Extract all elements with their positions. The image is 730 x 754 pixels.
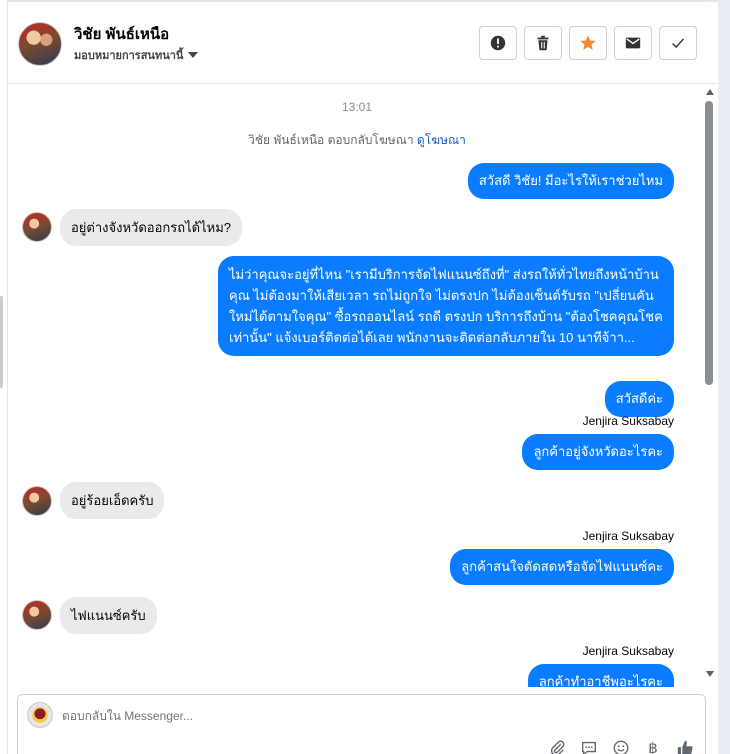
mark-done-button[interactable] [659, 26, 697, 60]
spam-button[interactable] [479, 26, 517, 60]
right-edge [718, 0, 730, 754]
payment-icon[interactable]: ฿ [642, 737, 664, 754]
mark-unread-button[interactable] [614, 26, 652, 60]
outgoing-message[interactable]: สวัสดีค่ะ [604, 381, 674, 418]
thread-scrollbar[interactable] [703, 85, 717, 687]
ad-reply-text: วิชัย พันธ์เหนือ ตอบกลับโฆษณา [248, 133, 414, 147]
sender-name: Jenjira Suksabay [582, 644, 674, 658]
envelope-icon [625, 37, 641, 49]
outgoing-message[interactable]: สวัสดี วิชัย! มีอะไรให้เราช่วยไหม [467, 163, 674, 200]
assign-conversation-dropdown[interactable]: มอบหมายการสนทนานี้ [74, 46, 199, 64]
ad-reply-notice: วิชัย พันธ์เหนือ ตอบกลับโฆษณา ดูโฆษณา [8, 131, 706, 150]
contact-name[interactable]: วิชัย พันธ์เหนือ [74, 22, 169, 46]
scroll-up-arrow-icon[interactable] [706, 89, 714, 95]
reply-composer: ฿ [17, 694, 706, 754]
reply-input[interactable] [62, 709, 542, 723]
caret-down-icon [188, 52, 199, 58]
header-actions [479, 26, 697, 60]
contact-avatar[interactable] [18, 22, 62, 66]
outgoing-message[interactable]: ไม่ว่าคุณจะอยู่ที่ไหน "เรามีบริการจัดไฟแ… [218, 256, 674, 357]
contact-avatar-small[interactable] [22, 486, 52, 516]
star-button[interactable] [569, 26, 607, 60]
left-gutter [0, 0, 8, 754]
conversation-header: วิชัย พันธ์เหนือ มอบหมายการสนทนานี้ [8, 0, 718, 84]
trash-icon [537, 35, 549, 51]
incoming-message[interactable]: ไฟแนนซ์ครับ [60, 597, 157, 634]
outgoing-message[interactable]: ลูกค้าอยู่จังหวัดอะไรคะ [522, 434, 674, 471]
attach-icon[interactable] [546, 737, 568, 754]
composer-tools: ฿ [546, 737, 696, 754]
delete-button[interactable] [524, 26, 562, 60]
view-ad-link[interactable]: ดูโฆษณา [417, 133, 466, 147]
saved-reply-icon[interactable] [578, 737, 600, 754]
check-icon [672, 38, 684, 49]
scrollbar-thumb[interactable] [705, 101, 713, 385]
outgoing-message[interactable]: ลูกค้าทำอาชีพอะไรคะ [527, 664, 674, 687]
like-icon[interactable] [674, 737, 696, 754]
contact-avatar-small[interactable] [22, 212, 52, 242]
message-thread[interactable]: 13:01 วิชัย พันธ์เหนือ ตอบกลับโฆษณา ดูโฆ… [8, 85, 706, 687]
star-icon [580, 35, 596, 50]
scroll-down-arrow-icon[interactable] [706, 671, 714, 677]
emoji-icon[interactable] [610, 737, 632, 754]
incoming-message[interactable]: อยู่ต่างจังหวัดออกรถได้ไหม? [60, 209, 243, 246]
sender-name: Jenjira Suksabay [582, 414, 674, 428]
alert-icon [490, 35, 506, 51]
incoming-message[interactable]: อยู่ร้อยเอ็ดครับ [60, 482, 165, 519]
message-timestamp: 13:01 [341, 100, 373, 114]
gutter-handle[interactable] [0, 296, 3, 388]
contact-avatar-small[interactable] [22, 600, 52, 630]
page-avatar [27, 702, 53, 728]
assign-label: มอบหมายการสนทนานี้ [74, 50, 184, 62]
sender-name: Jenjira Suksabay [582, 529, 674, 543]
outgoing-message[interactable]: ลูกค้าสนใจตัดสดหรือจัดไฟแนนซ์คะ [450, 549, 674, 586]
